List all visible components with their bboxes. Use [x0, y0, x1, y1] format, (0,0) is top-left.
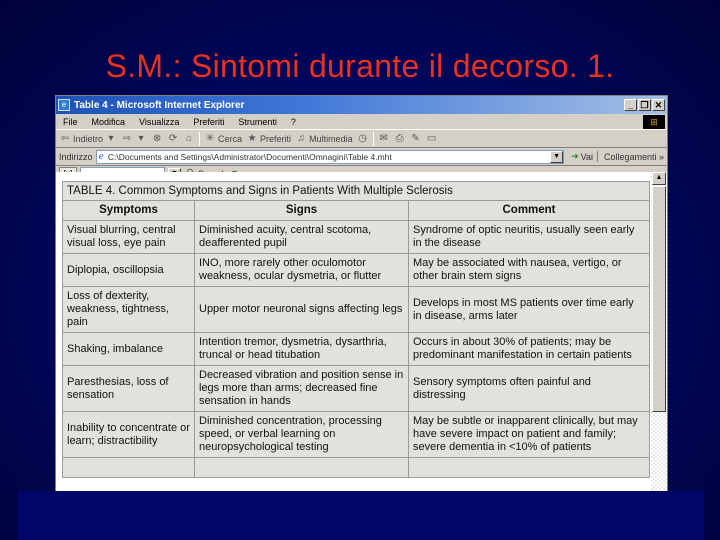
- go-label: Vai: [580, 151, 593, 162]
- cell-comment: Sensory symptoms often painful and distr…: [408, 365, 650, 412]
- cell-sign: Decreased vibration and position sense i…: [194, 365, 409, 412]
- browser-window: e Table 4 - Microsoft Internet Explorer …: [55, 95, 668, 495]
- menu-preferiti[interactable]: Preferiti: [186, 117, 231, 127]
- forward-button[interactable]: ⇨ ▾: [121, 133, 147, 145]
- back-button[interactable]: ⇦ Indietro ▾: [59, 133, 117, 145]
- table-row: Shaking, imbalance Intention tremor, dys…: [62, 332, 650, 366]
- cell-symptom: [62, 457, 195, 478]
- slide-title: S.M.: Sintomi durante il decorso. 1.: [105, 48, 615, 84]
- toolbar-divider: [372, 131, 374, 146]
- cell-sign: Diminished concentration, processing spe…: [194, 411, 409, 458]
- cell-comment: Occurs in about 30% of patients; may be …: [408, 332, 650, 366]
- favorites-button[interactable]: ★ Preferiti: [246, 132, 292, 145]
- multimedia-button[interactable]: ♫ Multimedia: [295, 132, 353, 145]
- search-icon: ✳: [205, 132, 215, 144]
- multimedia-icon: ♫: [297, 132, 305, 144]
- chevron-down-icon: ▾: [138, 132, 144, 144]
- search-label: Cerca: [218, 133, 243, 144]
- go-button[interactable]: ➜ Vai: [567, 151, 598, 162]
- search-button[interactable]: ✳ Cerca: [204, 133, 242, 145]
- menu-visualizza[interactable]: Visualizza: [132, 117, 186, 127]
- cell-symptom: Diplopia, oscillopsia: [62, 253, 195, 287]
- slide-overlay-box: [18, 491, 704, 540]
- forward-arrow-icon: ⇨: [122, 132, 132, 144]
- page-content: TABLE 4. Common Symptoms and Signs in Pa…: [56, 172, 652, 494]
- menu-strumenti[interactable]: Strumenti: [231, 117, 284, 127]
- table-row: Visual blurring, central visual loss, ey…: [62, 220, 650, 254]
- cell-comment: May be subtle or inapparent clinically, …: [408, 411, 650, 458]
- menu-bar: File Modifica Visualizza Preferiti Strum…: [56, 114, 667, 130]
- stop-icon[interactable]: ⊗: [151, 133, 163, 145]
- refresh-icon[interactable]: ⟳: [167, 133, 179, 145]
- vertical-scrollbar[interactable]: ▲: [651, 172, 667, 494]
- header-symptoms: Symptoms: [62, 200, 195, 221]
- table-row: Inability to concentrate or learn; distr…: [62, 411, 650, 458]
- window-title: Table 4 - Microsoft Internet Explorer: [74, 99, 245, 111]
- cell-sign: Intention tremor, dysmetria, dysarthria,…: [194, 332, 409, 366]
- menu-file[interactable]: File: [56, 117, 85, 127]
- cell-symptom: Inability to concentrate or learn; distr…: [62, 411, 195, 458]
- ie-page-icon: e: [58, 99, 70, 111]
- home-icon[interactable]: ⌂: [183, 133, 195, 145]
- standard-toolbar: ⇦ Indietro ▾ ⇨ ▾ ⊗ ⟳ ⌂ ✳ Cerca ★ Preferi…: [56, 130, 667, 148]
- scroll-up-button[interactable]: ▲: [652, 172, 666, 185]
- cell-symptom: Shaking, imbalance: [62, 332, 195, 366]
- table-row: Diplopia, oscillopsia INO, more rarely o…: [62, 253, 650, 287]
- title-bar: e Table 4 - Microsoft Internet Explorer …: [56, 96, 667, 114]
- address-dropdown-button[interactable]: ▼: [550, 150, 564, 163]
- address-input[interactable]: ℯ C:\Documents and Settings\Administrato…: [95, 149, 565, 164]
- menu-help[interactable]: ?: [284, 117, 303, 127]
- menu-modifica[interactable]: Modifica: [85, 117, 133, 127]
- scroll-thumb[interactable]: [652, 186, 666, 412]
- table-row: [62, 457, 650, 478]
- table-caption: TABLE 4. Common Symptoms and Signs in Pa…: [62, 181, 650, 200]
- go-arrow-icon: ➜: [571, 151, 579, 161]
- favorites-icon: ★: [247, 132, 257, 144]
- cell-comment: May be associated with nausea, vertigo, …: [408, 253, 650, 287]
- table-row: Paresthesias, loss of sensation Decrease…: [62, 365, 650, 412]
- mail-icon[interactable]: ✉: [378, 133, 390, 145]
- cell-comment: Develops in most MS patients over time e…: [408, 286, 650, 333]
- minimize-button[interactable]: _: [624, 99, 637, 111]
- table-header-row: Symptoms Signs Comment: [62, 200, 650, 221]
- cell-comment: Syndrome of optic neuritis, usually seen…: [408, 220, 650, 254]
- close-button[interactable]: ✕: [652, 99, 665, 111]
- toolbar-divider: [199, 131, 201, 146]
- cell-sign: Upper motor neuronal signs affecting leg…: [194, 286, 409, 333]
- address-value: C:\Documents and Settings\Administrator\…: [107, 151, 392, 162]
- windows-logo-icon: ⊞: [643, 115, 665, 129]
- print-icon[interactable]: ⎙: [394, 133, 406, 145]
- page-icon: ℯ: [98, 151, 104, 161]
- cell-symptom: Loss of dexterity, weakness, tightness, …: [62, 286, 195, 333]
- symptoms-table: TABLE 4. Common Symptoms and Signs in Pa…: [62, 181, 650, 478]
- header-comment: Comment: [408, 200, 650, 221]
- address-bar: Indirizzo ℯ C:\Documents and Settings\Ad…: [56, 148, 667, 166]
- multimedia-label: Multimedia: [309, 133, 353, 144]
- back-arrow-icon: ⇦: [60, 132, 70, 144]
- history-icon[interactable]: ◷: [357, 133, 369, 145]
- restore-button[interactable]: ❐: [638, 99, 651, 111]
- header-signs: Signs: [194, 200, 409, 221]
- cell-sign: [194, 457, 409, 478]
- back-label: Indietro: [73, 133, 104, 144]
- chevron-down-icon: ▾: [108, 132, 114, 144]
- edit-icon[interactable]: ✎: [410, 133, 422, 145]
- cell-comment: [408, 457, 650, 478]
- favorites-label: Preferiti: [260, 133, 292, 144]
- address-label: Indirizzo: [59, 151, 93, 162]
- cell-sign: Diminished acuity, central scotoma, deaf…: [194, 220, 409, 254]
- cell-sign: INO, more rarely other oculomotor weakne…: [194, 253, 409, 287]
- table-row: Loss of dexterity, weakness, tightness, …: [62, 286, 650, 333]
- cell-symptom: Paresthesias, loss of sensation: [62, 365, 195, 412]
- cell-symptom: Visual blurring, central visual loss, ey…: [62, 220, 195, 254]
- discuss-icon[interactable]: ▭: [426, 133, 438, 145]
- links-button[interactable]: Collegamenti »: [601, 152, 667, 162]
